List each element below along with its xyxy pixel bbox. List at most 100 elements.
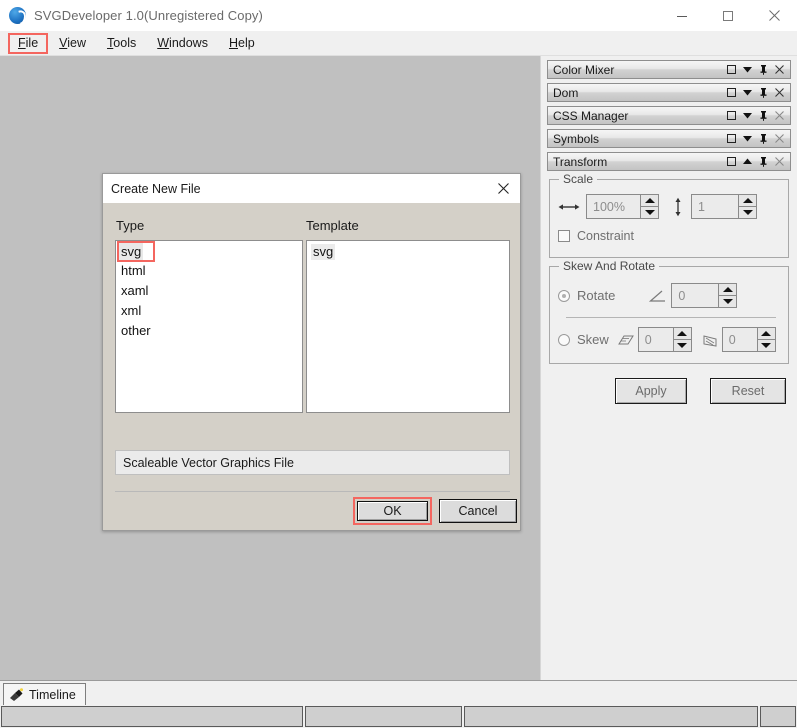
pin-icon[interactable] [758,110,769,121]
panel-header-color-mixer[interactable]: Color Mixer [547,60,791,79]
panel-header-transform[interactable]: Transform [547,152,791,171]
type-list-item-other[interactable]: other [116,321,302,341]
angle-icon [649,290,666,302]
menu-item-view[interactable]: View [50,34,95,53]
status-bar [0,705,797,728]
description-text: Scaleable Vector Graphics File [123,455,294,470]
maximize-icon[interactable] [726,156,737,167]
maximize-icon[interactable] [726,133,737,144]
close-icon [497,183,509,194]
scale-groupbox: Scale 100% 1 Constraint [549,172,789,258]
type-list-item-xaml[interactable]: xaml [116,281,302,301]
panel-header-css-manager[interactable]: CSS Manager [547,106,791,125]
chevron-down-icon[interactable] [742,64,753,75]
type-list-item-xml[interactable]: xml [116,301,302,321]
panel-buttons [726,64,790,75]
maximize-icon[interactable] [726,64,737,75]
type-column-header: Type [116,218,145,233]
scale-x-down-button[interactable] [641,207,658,219]
template-list[interactable]: svg [306,240,510,413]
skew-x-down-button[interactable] [674,340,691,352]
skew-y-value[interactable]: 0 [722,328,757,351]
panel-title: Transform [553,154,608,169]
menu-item-windows[interactable]: Windows [148,34,217,53]
application-window: SVGDeveloper 1.0(Unregistered Copy) File… [0,0,797,728]
skew-rotate-groupbox: Skew And Rotate Rotate 0 Skew 0 0 [549,259,789,364]
constraint-label: Constraint [577,229,634,243]
transform-actions: Apply Reset [547,378,791,404]
minimize-icon [677,15,687,17]
rotate-down-button[interactable] [719,296,736,308]
menu-item-file[interactable]: File [7,32,49,54]
pin-icon[interactable] [758,87,769,98]
reset-button[interactable]: Reset [710,378,786,404]
skew-rotate-legend: Skew And Rotate [559,259,660,273]
chevron-down-icon[interactable] [742,110,753,121]
skew-x-value[interactable]: 0 [638,328,673,351]
chevron-down-icon[interactable] [742,133,753,144]
maximize-icon[interactable] [726,110,737,121]
skew-radio[interactable] [558,333,570,346]
scale-y-down-button[interactable] [739,207,756,219]
rotate-radio[interactable] [558,289,570,302]
close-icon[interactable] [774,110,785,121]
skew-x-spinner[interactable]: 0 [637,327,692,352]
rotate-up-button[interactable] [719,284,737,296]
rotate-label: Rotate [577,288,616,303]
close-icon [768,10,780,21]
rotate-value[interactable]: 0 [672,284,719,307]
scale-y-value[interactable]: 1 [692,195,738,218]
scale-x-up-button[interactable] [641,195,658,207]
constraint-checkbox[interactable] [558,230,570,242]
minimize-button[interactable] [659,0,705,31]
cancel-button[interactable]: Cancel [439,499,517,523]
dialog-close-button[interactable] [486,174,520,203]
type-list[interactable]: svg html xaml xml other [115,240,303,413]
skew-y-down-button[interactable] [758,340,775,352]
skew-x-stepper[interactable] [672,328,691,352]
template-column-header: Template [306,218,359,233]
skew-y-stepper[interactable] [756,328,775,352]
scale-x-stepper[interactable] [640,195,658,218]
panel-buttons [726,87,790,98]
rotate-stepper[interactable] [718,284,737,308]
scale-y-stepper[interactable] [738,195,756,218]
panel-header-dom[interactable]: Dom [547,83,791,102]
scale-y-up-button[interactable] [739,195,756,207]
skew-x-up-button[interactable] [673,328,691,340]
maximize-icon[interactable] [726,87,737,98]
window-title: SVGDeveloper 1.0(Unregistered Copy) [34,7,263,23]
panel-title: CSS Manager [553,108,629,123]
type-list-item-html[interactable]: html [116,261,302,281]
close-icon[interactable] [774,64,785,75]
group-divider [566,317,776,318]
ok-button[interactable]: OK [357,501,428,521]
status-cell-1 [1,706,303,727]
panel-header-symbols[interactable]: Symbols [547,129,791,148]
close-button[interactable] [751,0,797,31]
template-list-item-svg[interactable]: svg [311,244,336,260]
close-icon[interactable] [774,133,785,144]
type-list-item-svg[interactable]: svg [119,243,144,260]
transform-panel-body: Scale 100% 1 Constraint Skew And Rotate … [547,172,791,404]
skew-y-spinner[interactable]: 0 [721,327,776,352]
apply-button[interactable]: Apply [615,378,687,404]
scale-y-spinner[interactable]: 1 [691,194,757,219]
close-icon[interactable] [774,156,785,167]
pin-icon[interactable] [758,156,769,167]
maximize-button[interactable] [705,0,751,31]
description-field: Scaleable Vector Graphics File [115,450,510,475]
skew-y-up-button[interactable] [757,328,775,340]
scale-x-value[interactable]: 100% [587,195,640,218]
scale-x-spinner[interactable]: 100% [586,194,659,219]
chevron-down-icon[interactable] [742,87,753,98]
tab-timeline[interactable]: Timeline [3,683,86,706]
close-icon[interactable] [774,87,785,98]
menu-item-tools[interactable]: Tools [98,34,145,53]
pin-icon[interactable] [758,133,769,144]
chevron-up-icon[interactable] [742,156,753,167]
pin-icon[interactable] [758,64,769,75]
rotate-spinner[interactable]: 0 [671,283,738,308]
menu-item-help[interactable]: Help [220,34,264,53]
menu-bar: File View Tools Windows Help [0,31,797,56]
